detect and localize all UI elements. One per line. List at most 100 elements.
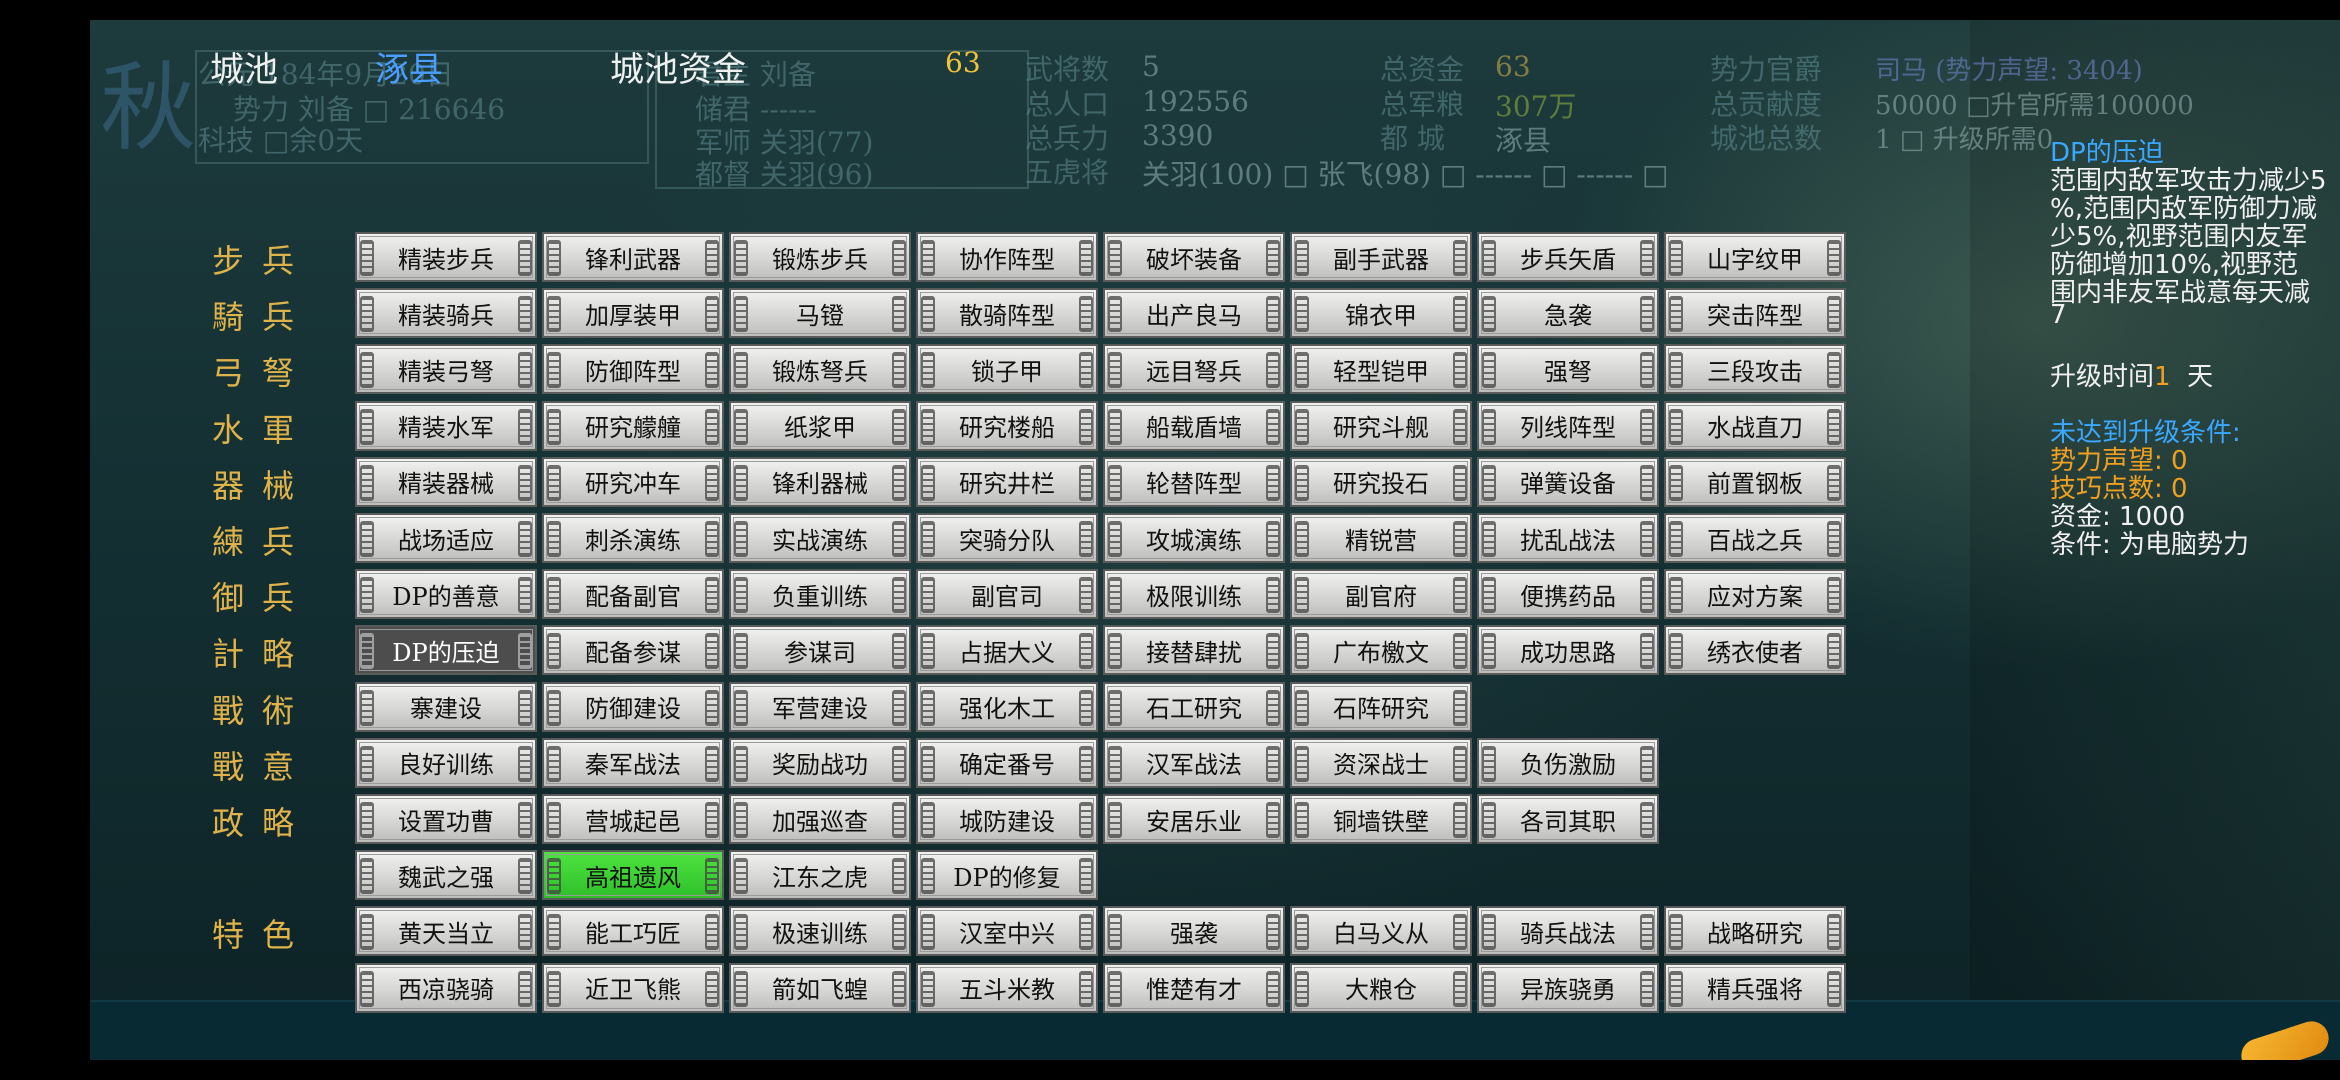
tech-button[interactable]: 锋利器械 bbox=[729, 456, 911, 507]
tech-button[interactable]: 副官司 bbox=[916, 569, 1098, 620]
tech-button[interactable]: 山字纹甲 bbox=[1664, 232, 1846, 282]
tech-button[interactable]: 锁子甲 bbox=[916, 344, 1098, 395]
tech-button[interactable]: 五斗米教 bbox=[916, 962, 1098, 1013]
tech-button[interactable]: 占据大义 bbox=[916, 625, 1098, 676]
tech-button[interactable]: 良好训练 bbox=[355, 737, 537, 788]
tech-button[interactable]: 石阵研究 bbox=[1290, 681, 1472, 732]
tech-button[interactable]: 锋利武器 bbox=[542, 232, 724, 282]
tech-button[interactable]: 锦衣甲 bbox=[1290, 288, 1472, 339]
tech-button[interactable]: 近卫飞熊 bbox=[542, 962, 724, 1013]
tech-button[interactable]: 设置功曹 bbox=[355, 794, 537, 844]
tech-button[interactable]: 异族骁勇 bbox=[1477, 962, 1659, 1013]
tech-button[interactable]: DP的修复 bbox=[916, 850, 1098, 901]
tech-button[interactable]: 秦军战法 bbox=[542, 737, 724, 788]
tech-button[interactable]: 强化木工 bbox=[916, 681, 1098, 732]
tech-button[interactable]: 防御阵型 bbox=[542, 344, 724, 395]
tech-button[interactable]: 极限训练 bbox=[1103, 569, 1285, 620]
tech-button[interactable]: 精兵强将 bbox=[1664, 962, 1846, 1013]
tech-button[interactable]: 精装弓弩 bbox=[355, 344, 537, 395]
tech-button[interactable]: 锻炼步兵 bbox=[729, 232, 911, 282]
tech-button[interactable]: 轻型铠甲 bbox=[1290, 344, 1472, 395]
tech-button[interactable]: 破坏装备 bbox=[1103, 232, 1285, 282]
tech-button[interactable]: 水战直刀 bbox=[1664, 400, 1846, 451]
tech-button[interactable]: 轮替阵型 bbox=[1103, 456, 1285, 507]
tech-button[interactable]: 石工研究 bbox=[1103, 681, 1285, 732]
tech-button[interactable]: 接替肆扰 bbox=[1103, 625, 1285, 676]
tech-button[interactable]: 突击阵型 bbox=[1664, 288, 1846, 339]
tech-button[interactable]: 前置钢板 bbox=[1664, 456, 1846, 507]
tech-button[interactable]: 战略研究 bbox=[1664, 906, 1846, 957]
tech-button[interactable]: 加强巡查 bbox=[729, 794, 911, 844]
tech-button[interactable]: 高祖遗风 bbox=[542, 850, 724, 901]
tech-button[interactable]: 便携药品 bbox=[1477, 569, 1659, 620]
tech-button[interactable]: 步兵矢盾 bbox=[1477, 232, 1659, 282]
tech-button[interactable]: 三段攻击 bbox=[1664, 344, 1846, 395]
tech-button[interactable]: 广布檄文 bbox=[1290, 625, 1472, 676]
tech-button[interactable]: 精装水军 bbox=[355, 400, 537, 451]
tech-button[interactable]: 协作阵型 bbox=[916, 232, 1098, 282]
tech-button[interactable]: 负伤激励 bbox=[1477, 737, 1659, 788]
tech-button[interactable]: 黄天当立 bbox=[355, 906, 537, 957]
tech-button[interactable]: 研究冲车 bbox=[542, 456, 724, 507]
tech-button[interactable]: 白马义从 bbox=[1290, 906, 1472, 957]
tech-button[interactable]: 绣衣使者 bbox=[1664, 625, 1846, 676]
tech-button[interactable]: 确定番号 bbox=[916, 737, 1098, 788]
tech-button[interactable]: 能工巧匠 bbox=[542, 906, 724, 957]
tech-button[interactable]: 资深战士 bbox=[1290, 737, 1472, 788]
tech-button[interactable]: 惟楚有才 bbox=[1103, 962, 1285, 1013]
tech-button[interactable]: 江东之虎 bbox=[729, 850, 911, 901]
tech-button[interactable]: 汉军战法 bbox=[1103, 737, 1285, 788]
tech-button[interactable]: 配备参谋 bbox=[542, 625, 724, 676]
tech-button[interactable]: 骑兵战法 bbox=[1477, 906, 1659, 957]
tech-button[interactable]: 突骑分队 bbox=[916, 513, 1098, 563]
tech-button[interactable]: 参谋司 bbox=[729, 625, 911, 676]
tech-button[interactable]: 战场适应 bbox=[355, 513, 537, 563]
tech-button[interactable]: 强袭 bbox=[1103, 906, 1285, 957]
tech-button[interactable]: 精装器械 bbox=[355, 456, 537, 507]
tech-button[interactable]: 研究斗舰 bbox=[1290, 400, 1472, 451]
tech-button[interactable]: 寨建设 bbox=[355, 681, 537, 732]
tech-button[interactable]: 城防建设 bbox=[916, 794, 1098, 844]
tech-button[interactable]: 研究艨艟 bbox=[542, 400, 724, 451]
tech-button[interactable]: 研究楼船 bbox=[916, 400, 1098, 451]
tech-button[interactable]: 精锐营 bbox=[1290, 513, 1472, 563]
tech-button[interactable]: 铜墙铁壁 bbox=[1290, 794, 1472, 844]
tech-button[interactable]: 精装骑兵 bbox=[355, 288, 537, 339]
tech-button[interactable]: 刺杀演练 bbox=[542, 513, 724, 563]
tech-button[interactable]: 远目弩兵 bbox=[1103, 344, 1285, 395]
tech-button[interactable]: 精装步兵 bbox=[355, 232, 537, 282]
tech-button[interactable]: 各司其职 bbox=[1477, 794, 1659, 844]
tech-button[interactable]: 纸浆甲 bbox=[729, 400, 911, 451]
tech-button[interactable]: 研究投石 bbox=[1290, 456, 1472, 507]
tech-button[interactable]: 应对方案 bbox=[1664, 569, 1846, 620]
tech-button[interactable]: 奖励战功 bbox=[729, 737, 911, 788]
tech-button[interactable]: 负重训练 bbox=[729, 569, 911, 620]
tech-button[interactable]: 大粮仓 bbox=[1290, 962, 1472, 1013]
tech-button[interactable]: 研究井栏 bbox=[916, 456, 1098, 507]
tech-button[interactable]: DP的压迫 bbox=[355, 625, 537, 676]
tech-button[interactable]: 实战演练 bbox=[729, 513, 911, 563]
tech-button[interactable]: 攻城演练 bbox=[1103, 513, 1285, 563]
tech-button[interactable]: 锻炼弩兵 bbox=[729, 344, 911, 395]
tech-button[interactable]: 弹簧设备 bbox=[1477, 456, 1659, 507]
tech-button[interactable]: 出产良马 bbox=[1103, 288, 1285, 339]
tech-button[interactable]: 安居乐业 bbox=[1103, 794, 1285, 844]
tech-button[interactable]: 箭如飞蝗 bbox=[729, 962, 911, 1013]
tech-button[interactable]: 军营建设 bbox=[729, 681, 911, 732]
tech-button[interactable]: 马镫 bbox=[729, 288, 911, 339]
tech-button[interactable]: 散骑阵型 bbox=[916, 288, 1098, 339]
tech-button[interactable]: 配备副官 bbox=[542, 569, 724, 620]
tech-button[interactable]: 极速训练 bbox=[729, 906, 911, 957]
tech-button[interactable]: 防御建设 bbox=[542, 681, 724, 732]
tech-button[interactable]: 船载盾墙 bbox=[1103, 400, 1285, 451]
tech-button[interactable]: DP的善意 bbox=[355, 569, 537, 620]
tech-button[interactable]: 加厚装甲 bbox=[542, 288, 724, 339]
tech-button[interactable]: 成功思路 bbox=[1477, 625, 1659, 676]
tech-button[interactable]: 副手武器 bbox=[1290, 232, 1472, 282]
tech-button[interactable]: 列线阵型 bbox=[1477, 400, 1659, 451]
tech-button[interactable]: 百战之兵 bbox=[1664, 513, 1846, 563]
tech-button[interactable]: 副官府 bbox=[1290, 569, 1472, 620]
tech-button[interactable]: 汉室中兴 bbox=[916, 906, 1098, 957]
tech-button[interactable]: 魏武之强 bbox=[355, 850, 537, 901]
tech-button[interactable]: 急袭 bbox=[1477, 288, 1659, 339]
